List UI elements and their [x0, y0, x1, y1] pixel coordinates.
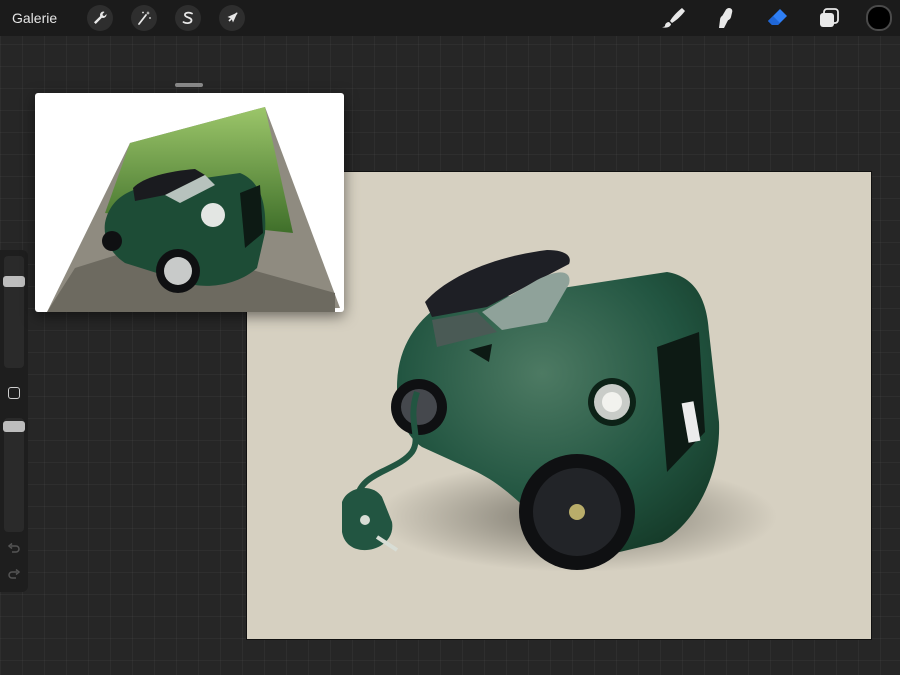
undo-icon[interactable] — [7, 542, 21, 556]
selection-button[interactable] — [175, 5, 202, 31]
reference-photo — [47, 107, 340, 312]
top-toolbar: Galerie — [0, 0, 900, 36]
color-picker-button[interactable] — [866, 5, 892, 31]
left-sidebar — [0, 250, 28, 592]
modify-button[interactable] — [8, 387, 20, 399]
layers-icon — [820, 8, 839, 27]
transform-button[interactable] — [219, 5, 246, 31]
opacity-thumb[interactable] — [3, 421, 25, 432]
magic-wand-icon — [138, 11, 152, 25]
brush-size-thumb[interactable] — [3, 276, 25, 287]
redo-icon[interactable] — [7, 568, 21, 582]
eraser-icon — [768, 9, 787, 25]
right-tool-group — [634, 0, 892, 36]
paint-button[interactable] — [660, 5, 686, 31]
reference-window[interactable] — [35, 93, 344, 312]
adjustments-button[interactable] — [131, 5, 158, 31]
erase-button[interactable] — [764, 5, 790, 31]
brush-icon — [662, 8, 685, 28]
wrench-icon — [94, 11, 107, 24]
reference-window-handle[interactable] — [175, 83, 203, 87]
arrow-cursor-icon — [227, 12, 238, 23]
smudge-finger-icon — [719, 8, 733, 28]
opacity-slider[interactable] — [4, 418, 24, 532]
brush-size-slider[interactable] — [4, 256, 24, 368]
actions-button[interactable] — [87, 5, 114, 31]
selection-s-icon — [182, 11, 194, 24]
gallery-button[interactable]: Galerie — [12, 10, 57, 26]
layers-button[interactable] — [816, 5, 842, 31]
smudge-button[interactable] — [712, 5, 738, 31]
